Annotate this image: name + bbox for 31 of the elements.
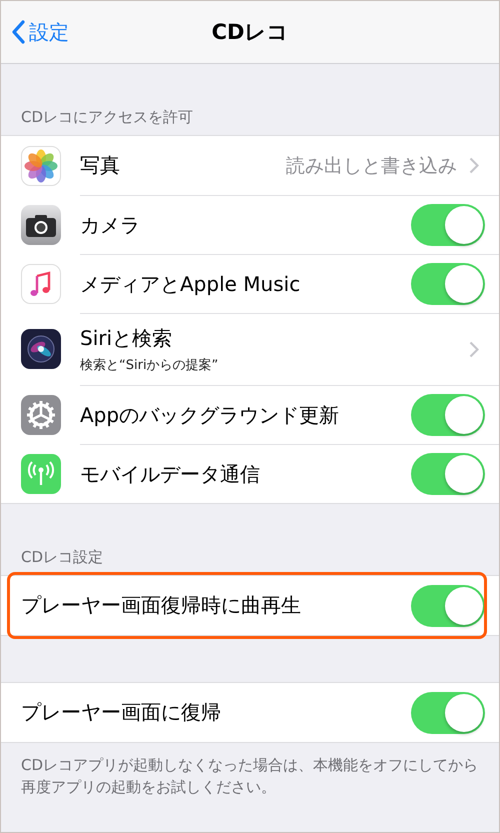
- row-label: 写真: [80, 152, 121, 179]
- toggle-switch[interactable]: [411, 453, 485, 495]
- gear-icon: [21, 394, 61, 434]
- antenna-icon: [21, 454, 61, 494]
- toggle-switch[interactable]: [411, 394, 485, 436]
- back-button[interactable]: 設定: [11, 18, 69, 46]
- row-label: Siriと検索: [80, 325, 174, 352]
- music-note-icon: [21, 264, 61, 304]
- row-label: モバイルデータ通信: [80, 460, 261, 488]
- row-label: カメラ: [80, 212, 141, 238]
- siri-orb-icon: [21, 329, 61, 369]
- row-label: メディアとApple Music: [80, 270, 302, 298]
- chevron-icon: [469, 341, 479, 358]
- back-chevron-icon: [11, 20, 25, 44]
- toggle-switch[interactable]: [411, 584, 485, 626]
- row-subtitle: 検索と“Siriからの提案”: [80, 357, 220, 374]
- section-footer: CDレコアプリが起動しなくなった場合は、本機能をオフにしてから再度アプリの起動をお試しください。: [1, 743, 499, 798]
- toggle-switch[interactable]: [411, 692, 485, 734]
- camera-icon: [21, 204, 61, 244]
- row-value: 読み出しと書き込み: [286, 154, 457, 178]
- row-label: プレーヤー画面に復帰: [21, 699, 222, 726]
- row-label: Appのバックグラウンド更新: [80, 402, 340, 428]
- chevron-icon: [469, 157, 479, 174]
- row-label: プレーヤー画面復帰時に曲再生: [21, 592, 302, 619]
- back-label: 設定: [29, 18, 69, 46]
- section-header: CDレコにアクセスを許可: [20, 107, 194, 128]
- section-header: CDレコ設定: [20, 547, 104, 568]
- toggle-switch[interactable]: [411, 204, 485, 246]
- window-title: CDレコ: [212, 19, 288, 46]
- photos-flower-icon: [21, 146, 61, 186]
- toggle-switch[interactable]: [411, 263, 485, 305]
